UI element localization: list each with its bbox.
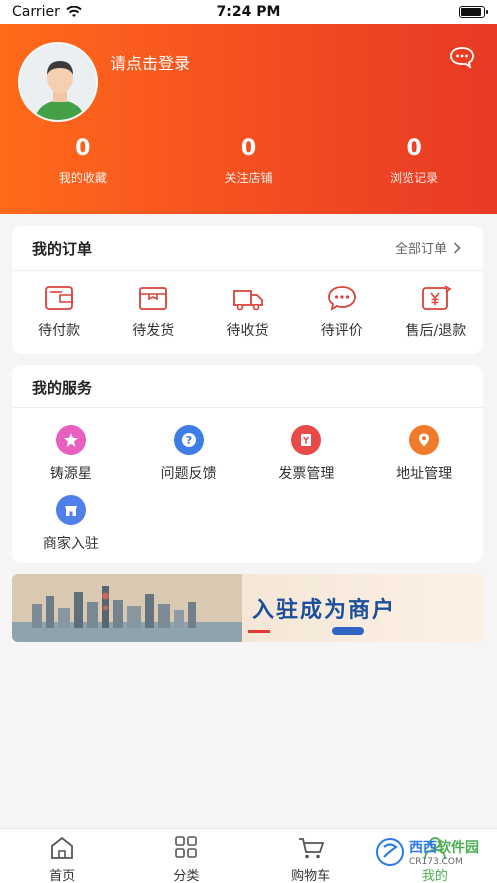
orders-card: 我的订单 全部订单 待付款 待发货 待收货 待评价 售后/退款 xyxy=(12,226,483,354)
stat-label: 关注店铺 xyxy=(224,171,273,185)
service-label: 发票管理 xyxy=(278,466,335,482)
service-invoice[interactable]: 发票管理 xyxy=(248,425,366,495)
stats-row: 0 我的收藏 0 关注店铺 0 浏览记录 xyxy=(0,136,497,186)
chevron-right-icon xyxy=(453,241,461,254)
order-pending-payment[interactable]: 待付款 xyxy=(12,284,106,340)
status-bar: Carrier 7:24 PM xyxy=(0,0,497,24)
order-label: 待付款 xyxy=(38,323,81,339)
watermark-text1: 西西 xyxy=(409,840,437,856)
banner-title: 入驻成为商户 xyxy=(252,598,397,623)
banner-accent-bar xyxy=(248,630,270,633)
tab-home[interactable]: 首页 xyxy=(0,829,124,883)
order-after-sales[interactable]: 售后/退款 xyxy=(389,284,483,340)
star-icon xyxy=(55,425,86,455)
stat-value: 0 xyxy=(406,136,422,161)
watermark: 西西软件园 CR173.COM xyxy=(375,832,479,872)
watermark-logo-icon xyxy=(376,838,404,866)
avatar[interactable] xyxy=(18,42,98,122)
battery-icon xyxy=(459,6,488,18)
chat-bubble-icon xyxy=(327,286,356,311)
service-label: 商家入驻 xyxy=(42,536,99,552)
tab-category[interactable]: 分类 xyxy=(124,829,248,883)
all-orders-label: 全部订单 xyxy=(394,242,447,257)
services-grid: 铸源星 ? 问题反馈 发票管理 地址管理 商家入驻 xyxy=(12,425,483,565)
watermark-text-group: 西西软件园 CR173.COM xyxy=(409,837,479,867)
order-label: 待收货 xyxy=(226,323,269,339)
stat-value: 0 xyxy=(75,136,91,161)
merchant-banner[interactable]: 入驻成为商户 xyxy=(12,574,483,642)
invoice-icon xyxy=(291,425,322,455)
orders-title: 我的订单 xyxy=(32,240,93,258)
order-pending-shipment[interactable]: 待发货 xyxy=(106,284,200,340)
watermark-text2: 软件园 xyxy=(437,840,479,856)
service-zhuyuanxing[interactable]: 铸源星 xyxy=(12,425,130,495)
divider xyxy=(12,270,483,271)
services-card: 我的服务 铸源星 ? 问题反馈 发票管理 地址管理 商家入驻 xyxy=(12,365,483,563)
svg-text:?: ? xyxy=(185,434,191,447)
order-pending-review[interactable]: 待评价 xyxy=(295,284,389,340)
order-pending-receipt[interactable]: 待收货 xyxy=(200,284,294,340)
battery-level xyxy=(461,8,481,16)
service-label: 问题反馈 xyxy=(160,466,217,482)
tab-cart[interactable]: 购物车 xyxy=(249,829,373,883)
wifi-icon xyxy=(66,6,82,17)
stat-history[interactable]: 0 浏览记录 xyxy=(331,136,497,186)
login-prompt[interactable]: 请点击登录 xyxy=(110,50,190,74)
stat-followed-shops[interactable]: 0 关注店铺 xyxy=(166,136,332,186)
location-icon xyxy=(409,425,440,455)
services-title: 我的服务 xyxy=(32,379,93,397)
service-row: 商家入驻 xyxy=(12,495,483,565)
avatar-person-icon xyxy=(20,44,96,120)
banner-button xyxy=(332,627,364,635)
order-label: 售后/退款 xyxy=(405,323,467,339)
all-orders-link[interactable]: 全部订单 xyxy=(395,238,461,257)
shop-icon xyxy=(55,495,86,525)
service-feedback[interactable]: ? 问题反馈 xyxy=(130,425,248,495)
watermark-sub: CR173.COM xyxy=(409,857,463,867)
service-merchant-join[interactable]: 商家入驻 xyxy=(12,495,130,565)
message-icon[interactable] xyxy=(449,46,475,68)
stat-label: 浏览记录 xyxy=(390,171,439,185)
service-address[interactable]: 地址管理 xyxy=(365,425,483,495)
tab-label: 首页 xyxy=(49,869,76,883)
question-icon: ? xyxy=(173,425,204,455)
status-left: Carrier xyxy=(12,4,82,20)
cart-icon xyxy=(298,838,324,859)
truck-icon xyxy=(232,290,263,311)
profile-header: 请点击登录 0 我的收藏 0 关注店铺 0 浏览记录 xyxy=(0,24,497,214)
stat-value: 0 xyxy=(240,136,257,161)
carrier-label: Carrier xyxy=(12,4,60,20)
service-label: 铸源星 xyxy=(49,466,92,482)
order-status-row: 待付款 待发货 待收货 待评价 售后/退款 xyxy=(12,284,483,340)
service-label: 地址管理 xyxy=(396,466,453,482)
order-label: 待发货 xyxy=(132,323,175,339)
wallet-icon xyxy=(45,286,73,310)
service-row: 铸源星 ? 问题反馈 发票管理 地址管理 xyxy=(12,425,483,495)
stat-label: 我的收藏 xyxy=(58,171,107,185)
tab-label: 购物车 xyxy=(291,869,331,883)
home-icon xyxy=(51,836,74,859)
divider xyxy=(12,407,483,408)
refund-icon xyxy=(422,285,452,310)
order-label: 待评价 xyxy=(320,323,363,339)
grid-icon xyxy=(175,836,198,858)
box-icon xyxy=(139,287,168,310)
tab-label: 分类 xyxy=(173,869,200,883)
city-skyline-image xyxy=(12,574,242,642)
stat-favorites[interactable]: 0 我的收藏 xyxy=(0,136,166,186)
